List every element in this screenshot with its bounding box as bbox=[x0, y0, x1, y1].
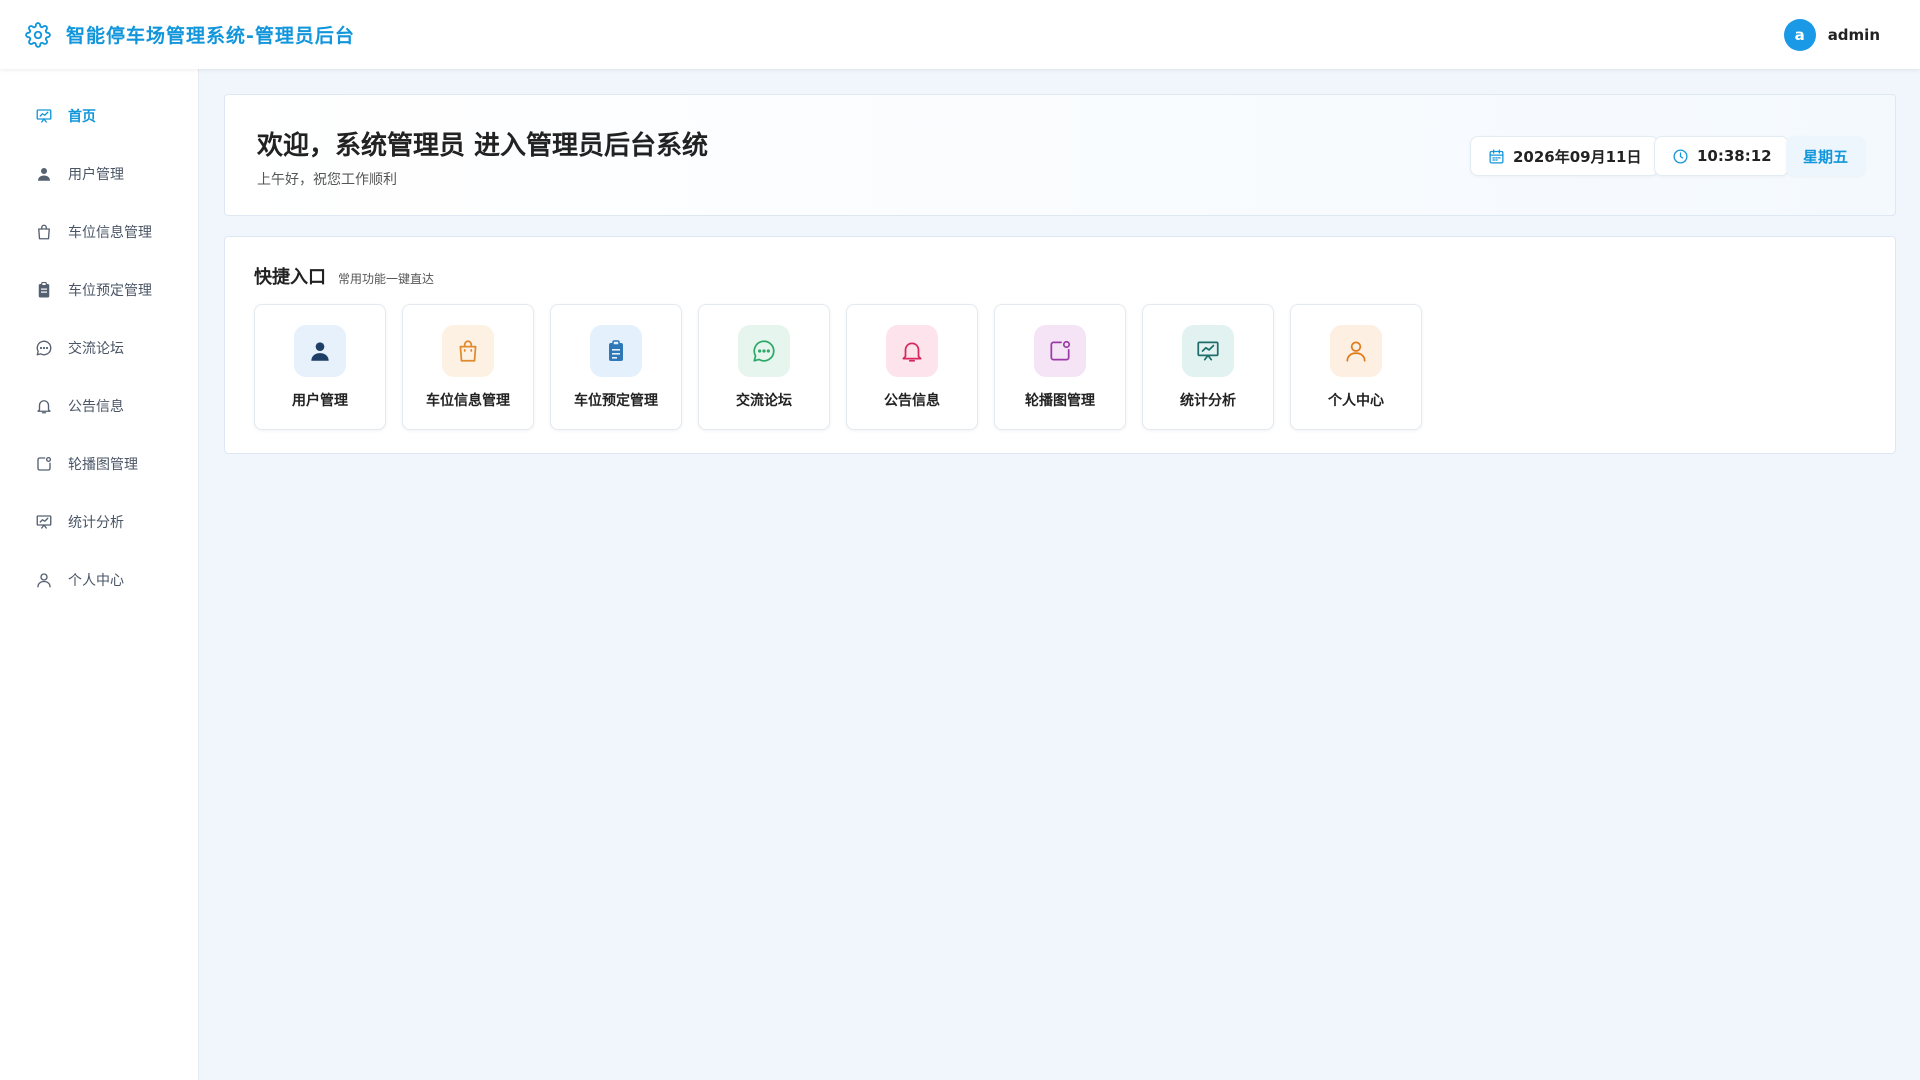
chat-bubble-icon bbox=[34, 338, 54, 358]
presentation-chart-icon bbox=[34, 512, 54, 532]
quick-card-statistics[interactable]: 统计分析 bbox=[1142, 304, 1274, 430]
quick-card-label: 公告信息 bbox=[884, 393, 940, 409]
sidebar-item-carousel[interactable]: 轮播图管理 bbox=[0, 435, 198, 493]
user-outline-icon bbox=[34, 570, 54, 590]
username[interactable]: admin bbox=[1828, 26, 1880, 44]
clock-icon bbox=[1671, 147, 1689, 165]
sidebar-item-parking-reservation[interactable]: 车位预定管理 bbox=[0, 261, 198, 319]
quick-access-panel: 快捷入口 常用功能一键直达 用户管理 车位信息管理 车位预定管理 交流论坛 公告… bbox=[224, 236, 1896, 454]
user-menu[interactable]: a admin bbox=[1783, 0, 1880, 69]
user-filled-icon bbox=[294, 325, 346, 377]
sidebar-item-statistics[interactable]: 统计分析 bbox=[0, 493, 198, 551]
sidebar-item-label: 车位信息管理 bbox=[68, 225, 152, 241]
quick-card-label: 个人中心 bbox=[1328, 393, 1384, 409]
sidebar-item-label: 交流论坛 bbox=[68, 341, 124, 357]
date-chip: 2026年09月11日 bbox=[1470, 136, 1659, 176]
clipboard-icon bbox=[590, 325, 642, 377]
quick-card-parking-reservation[interactable]: 车位预定管理 bbox=[550, 304, 682, 430]
quick-card-profile[interactable]: 个人中心 bbox=[1290, 304, 1422, 430]
bell-icon bbox=[886, 325, 938, 377]
sidebar-item-profile[interactable]: 个人中心 bbox=[0, 551, 198, 609]
quick-access-cards: 用户管理 车位信息管理 车位预定管理 交流论坛 公告信息 轮播图管理 统计分析 … bbox=[254, 304, 1438, 430]
quick-card-parking-info[interactable]: 车位信息管理 bbox=[402, 304, 534, 430]
sidebar: 首页 用户管理 车位信息管理 车位预定管理 交流论坛 公告信息 轮播图管理 统计… bbox=[0, 69, 199, 1080]
quick-card-forum[interactable]: 交流论坛 bbox=[698, 304, 830, 430]
current-weekday: 星期五 bbox=[1803, 147, 1849, 166]
current-date: 2026年09月11日 bbox=[1513, 147, 1642, 166]
weekday-chip: 星期五 bbox=[1786, 136, 1866, 176]
avatar[interactable]: a bbox=[1783, 18, 1816, 51]
sidebar-item-label: 轮播图管理 bbox=[68, 457, 138, 473]
quick-card-label: 轮播图管理 bbox=[1025, 393, 1095, 409]
sidebar-item-announcements[interactable]: 公告信息 bbox=[0, 377, 198, 435]
current-time: 10:38:12 bbox=[1697, 147, 1772, 165]
brand[interactable]: 智能停车场管理系统-管理员后台 bbox=[24, 21, 355, 49]
quick-card-label: 统计分析 bbox=[1180, 393, 1236, 409]
quick-card-label: 车位信息管理 bbox=[426, 393, 510, 409]
chat-bubble-icon bbox=[738, 325, 790, 377]
image-badge-icon bbox=[1034, 325, 1086, 377]
quick-access-subtitle: 常用功能一键直达 bbox=[338, 272, 435, 286]
sidebar-item-users[interactable]: 用户管理 bbox=[0, 145, 198, 203]
presentation-chart-icon bbox=[34, 106, 54, 126]
sidebar-item-forum[interactable]: 交流论坛 bbox=[0, 319, 198, 377]
sidebar-item-label: 首页 bbox=[68, 109, 96, 125]
clipboard-icon bbox=[34, 280, 54, 300]
presentation-chart-icon bbox=[1182, 325, 1234, 377]
sidebar-item-home[interactable]: 首页 bbox=[0, 87, 198, 145]
calendar-icon bbox=[1487, 147, 1505, 165]
welcome-title: 欢迎，系统管理员 进入管理员后台系统 bbox=[257, 131, 709, 161]
shopping-bag-icon bbox=[34, 222, 54, 242]
bell-icon bbox=[34, 396, 54, 416]
sidebar-item-parking-info[interactable]: 车位信息管理 bbox=[0, 203, 198, 261]
sidebar-item-label: 车位预定管理 bbox=[68, 283, 152, 299]
quick-card-label: 车位预定管理 bbox=[574, 393, 658, 409]
time-chip: 10:38:12 bbox=[1654, 136, 1789, 176]
quick-access-title: 快捷入口 bbox=[254, 267, 326, 288]
welcome-banner: 欢迎，系统管理员 进入管理员后台系统 上午好，祝您工作顺利 2026年09月11… bbox=[224, 94, 1896, 216]
sidebar-item-label: 统计分析 bbox=[68, 515, 124, 531]
sidebar-item-label: 个人中心 bbox=[68, 573, 124, 589]
sidebar-item-label: 公告信息 bbox=[68, 399, 124, 415]
quick-access-header: 快捷入口 常用功能一键直达 bbox=[254, 263, 434, 289]
quick-card-label: 用户管理 bbox=[292, 393, 348, 409]
shopping-bag-icon bbox=[442, 325, 494, 377]
top-header: 智能停车场管理系统-管理员后台 a admin bbox=[0, 0, 1920, 69]
gear-icon bbox=[24, 21, 52, 49]
user-filled-icon bbox=[34, 164, 54, 184]
welcome-subtitle: 上午好，祝您工作顺利 bbox=[257, 172, 397, 188]
quick-card-carousel[interactable]: 轮播图管理 bbox=[994, 304, 1126, 430]
user-outline-icon bbox=[1330, 325, 1382, 377]
image-badge-icon bbox=[34, 454, 54, 474]
quick-card-announcements[interactable]: 公告信息 bbox=[846, 304, 978, 430]
quick-card-users[interactable]: 用户管理 bbox=[254, 304, 386, 430]
quick-card-label: 交流论坛 bbox=[736, 393, 792, 409]
sidebar-item-label: 用户管理 bbox=[68, 167, 124, 183]
app-title: 智能停车场管理系统-管理员后台 bbox=[66, 25, 355, 47]
